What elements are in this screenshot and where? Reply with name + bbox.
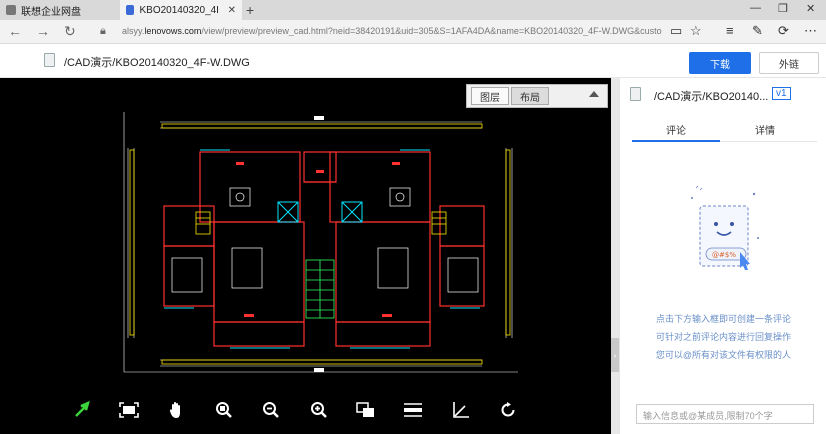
comment-hint-2: 可针对之前评论内容进行回复操作 xyxy=(655,332,791,342)
back-icon[interactable]: ← xyxy=(8,23,22,39)
fit-screen-icon[interactable] xyxy=(117,398,141,422)
collapse-handle-icon[interactable]: › xyxy=(611,338,619,372)
close-tab-icon[interactable]: ✕ xyxy=(228,5,236,16)
reset-view-icon[interactable] xyxy=(496,398,520,422)
empty-comments-illustration: @#$% xyxy=(691,185,759,270)
tab-label: KBO20140320_4F-W.DV xyxy=(139,4,217,16)
forward-icon[interactable]: → xyxy=(36,23,50,39)
zoom-in-icon[interactable] xyxy=(307,398,331,422)
sidebar-tabs: 评论 详情 xyxy=(632,116,817,142)
new-tab-button[interactable]: + xyxy=(246,2,254,18)
url-path: /view/preview/preview_cad.html?neid=3842… xyxy=(201,26,662,36)
active-tab-indicator xyxy=(632,140,720,142)
tab-details[interactable]: 详情 xyxy=(755,122,775,137)
tab-enterprise-disk[interactable]: 联想企业网盘 xyxy=(0,0,118,20)
collapse-arrow-icon[interactable] xyxy=(589,91,599,97)
document-icon xyxy=(44,53,55,67)
minimize-icon[interactable]: — xyxy=(750,2,761,14)
tab-cad-preview[interactable]: KBO20140320_4F-W.DV ✕ xyxy=(120,0,242,20)
layout-button[interactable]: 布局 xyxy=(511,87,549,105)
download-button[interactable]: 下载 xyxy=(689,52,751,74)
browser-tab-bar: 联想企业网盘 KBO20140320_4F-W.DV ✕ + — ❐ ✕ xyxy=(0,0,826,20)
lock-icon: 🔒︎ xyxy=(100,25,106,37)
view-mode-switch: 图层 布局 xyxy=(466,84,608,108)
comment-hint-3: 您可以@所有对该文件有权限的人 xyxy=(655,350,792,360)
tab-label: 联想企业网盘 xyxy=(21,6,81,18)
measure-icon[interactable] xyxy=(401,398,425,422)
address-bar: ← → ↻ 🔒︎ alsyy.lenovows.com/view/preview… xyxy=(0,20,826,44)
layer-button[interactable]: 图层 xyxy=(471,87,509,105)
coordinate-icon[interactable] xyxy=(449,398,473,422)
viewer-toolbar xyxy=(70,398,520,422)
url-field[interactable]: alsyy.lenovows.com/view/preview/preview_… xyxy=(122,26,662,36)
cad-viewer[interactable]: 图层 布局 xyxy=(0,78,611,434)
close-window-icon[interactable]: ✕ xyxy=(806,2,815,15)
zoom-out-icon[interactable] xyxy=(259,398,283,422)
layer-compare-icon[interactable] xyxy=(354,398,378,422)
web-note-icon[interactable]: ✎ xyxy=(752,23,763,39)
floor-plan-drawing xyxy=(123,112,518,373)
version-badge[interactable]: v1 xyxy=(772,87,791,100)
url-domain: lenovows.com xyxy=(144,26,202,36)
maximize-icon[interactable]: ❐ xyxy=(778,2,788,15)
comment-input[interactable]: 输入信息或@某成员,限制70个字 xyxy=(636,404,814,424)
external-link-button[interactable]: 外链 xyxy=(759,52,819,74)
file-path: /CAD演示/KBO20140320_4F-W.DWG xyxy=(64,57,250,69)
refresh-icon[interactable]: ↻ xyxy=(64,23,76,40)
bubble-text: @#$% xyxy=(712,251,736,259)
share-icon[interactable]: ⟳ xyxy=(778,23,789,39)
document-icon xyxy=(630,87,641,101)
hub-icon[interactable]: ≡ xyxy=(726,23,734,38)
pan-hand-icon[interactable] xyxy=(165,398,189,422)
comment-hint-1: 点击下方输入框即可创建一条评论 xyxy=(655,314,791,324)
tab-comments[interactable]: 评论 xyxy=(666,122,686,137)
reading-view-icon[interactable]: ▭ xyxy=(670,23,682,39)
file-header: /CAD演示/KBO20140320_4F-W.DWG 下载 外链 xyxy=(0,44,826,78)
site-favicon-icon xyxy=(6,5,16,15)
favorite-star-icon[interactable]: ☆ xyxy=(690,23,702,39)
sidebar-file-title: /CAD演示/KBO20140... xyxy=(654,91,769,103)
select-pointer-icon[interactable] xyxy=(70,398,94,422)
site-favicon-icon xyxy=(126,5,135,15)
url-prefix: alsyy. xyxy=(122,26,145,36)
zoom-window-icon[interactable] xyxy=(212,398,236,422)
more-icon[interactable]: ⋯ xyxy=(804,23,817,39)
comment-sidebar: /CAD演示/KBO20140... v1 评论 详情 @#$% 点击下方输入框… xyxy=(619,78,826,434)
sidebar-collapse-strip: › xyxy=(611,78,619,434)
